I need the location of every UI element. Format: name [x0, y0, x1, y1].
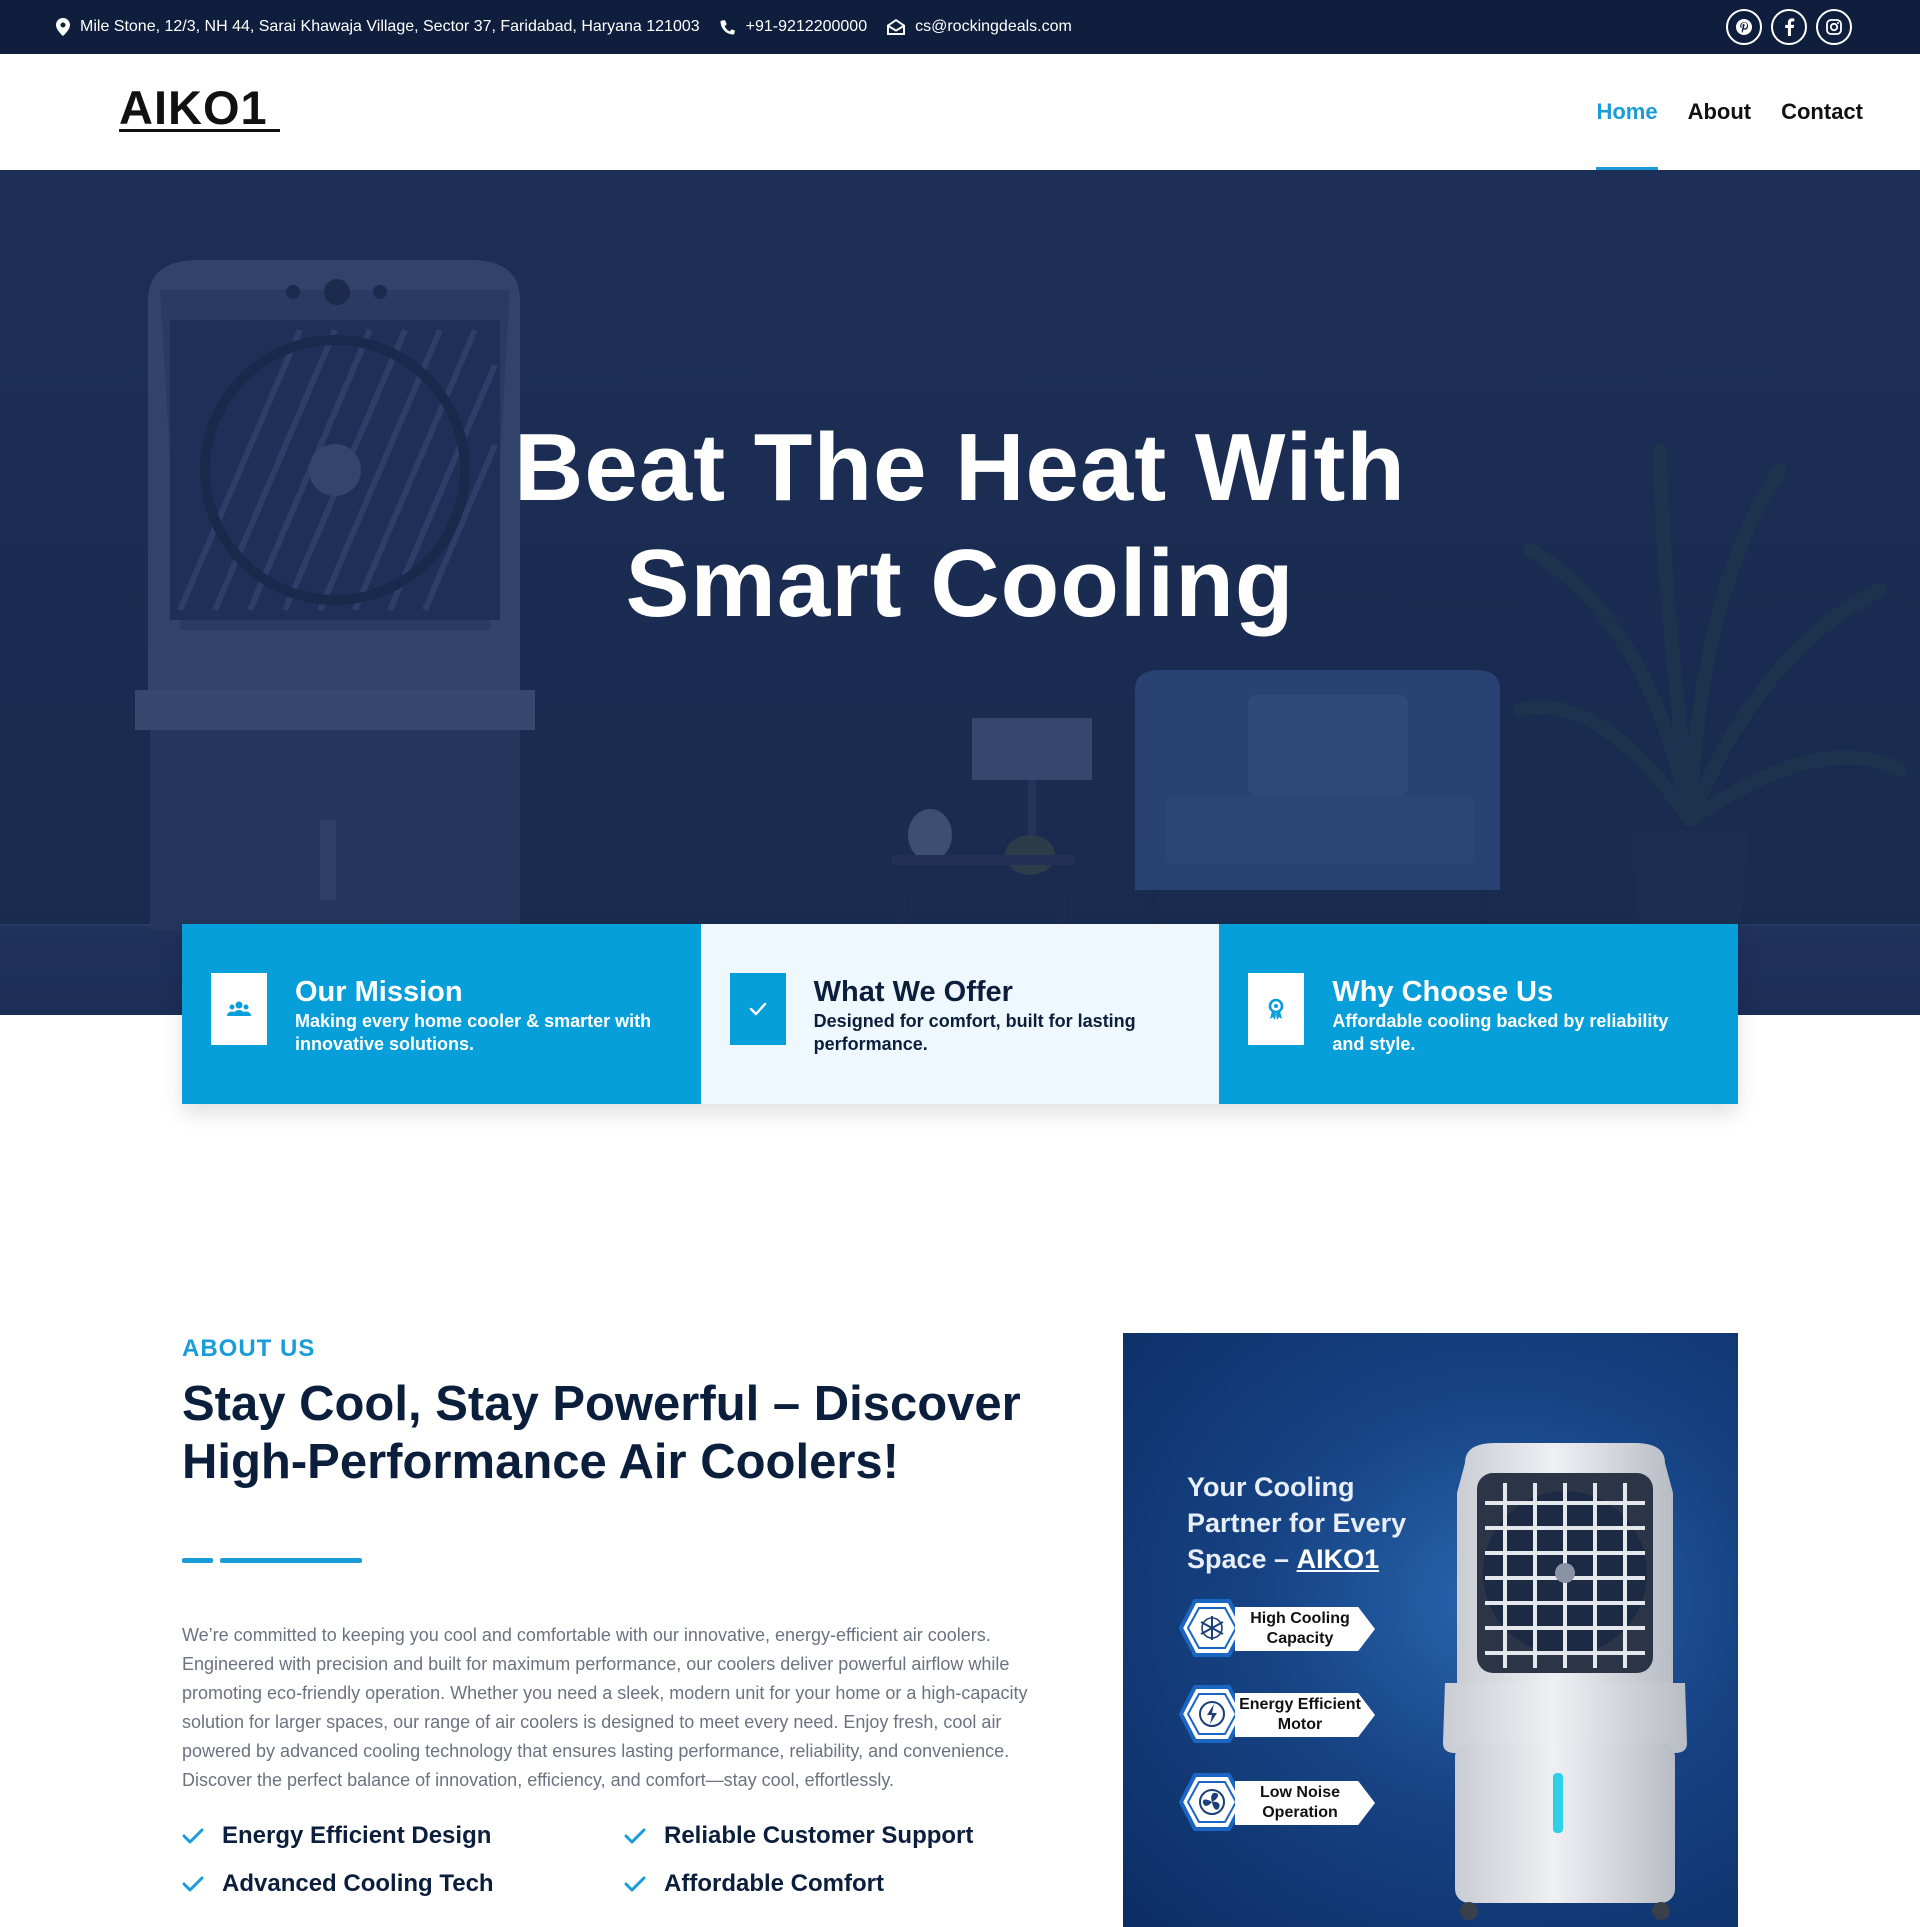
- hero-banner: Beat The Heat With Smart Cooling: [0, 170, 1920, 1015]
- promo-feature-label: Low Noise Operation: [1235, 1781, 1375, 1825]
- checklist-item: Energy Efficient Design: [182, 1821, 624, 1851]
- instagram-icon: [1826, 19, 1842, 35]
- checklist-label: Energy Efficient Design: [222, 1822, 492, 1849]
- hero-title-line2: Smart Cooling: [625, 530, 1295, 637]
- title-divider-short: [182, 1558, 213, 1563]
- check-icon: [182, 1876, 204, 1892]
- top-bar: Mile Stone, 12/3, NH 44, Sarai Khawaja V…: [0, 0, 1920, 54]
- promo-title: Your Cooling Partner for Every Space – A…: [1187, 1469, 1447, 1577]
- air-cooler-product-image: [1443, 1443, 1687, 1920]
- address-text: Mile Stone, 12/3, NH 44, Sarai Khawaja V…: [80, 18, 700, 35]
- contact-info: Mile Stone, 12/3, NH 44, Sarai Khawaja V…: [56, 0, 1092, 54]
- feature-title: Why Choose Us: [1332, 976, 1554, 1008]
- social-links: [1726, 9, 1852, 45]
- check-icon: [749, 1002, 766, 1016]
- feature-text: Designed for comfort, built for lasting …: [813, 1011, 1136, 1054]
- checklist-label: Reliable Customer Support: [664, 1822, 974, 1849]
- email-text[interactable]: cs@rockingdeals.com: [915, 18, 1072, 36]
- about-title: Stay Cool, Stay Powerful – Discover High…: [182, 1377, 1021, 1489]
- check-icon: [624, 1828, 646, 1844]
- checklist-item: Affordable Comfort: [624, 1869, 1066, 1899]
- map-pin-icon: [56, 18, 70, 36]
- facebook-link[interactable]: [1771, 9, 1807, 45]
- checklist-item: Reliable Customer Support: [624, 1821, 1066, 1851]
- nav-home[interactable]: Home: [1596, 54, 1658, 170]
- check-icon: [182, 1828, 204, 1844]
- promo-feature-label: High Cooling Capacity: [1235, 1607, 1375, 1651]
- check-icon: [624, 1876, 646, 1892]
- phone-icon: [720, 20, 736, 35]
- pinterest-link[interactable]: [1726, 9, 1762, 45]
- facebook-icon: [1785, 18, 1795, 36]
- instagram-link[interactable]: [1816, 9, 1852, 45]
- feature-box-offer: What We Offer Designed for comfort, buil…: [700, 924, 1220, 1104]
- checklist-item: Advanced Cooling Tech: [182, 1869, 624, 1899]
- feature-icon-box: [729, 973, 786, 1045]
- feature-box-why: Why Choose Us Affordable cooling backed …: [1219, 924, 1739, 1104]
- about-paragraph: We’re committed to keeping you cool and …: [182, 1625, 1028, 1790]
- main-nav: Home About Contact: [1596, 54, 1863, 170]
- feature-boxes: Our Mission Making every home cooler & s…: [182, 924, 1739, 1104]
- email-item[interactable]: cs@rockingdeals.com: [887, 18, 1072, 36]
- promo-brand: AIKO1: [1296, 1544, 1380, 1574]
- feature-title: What We Offer: [813, 976, 1013, 1008]
- site-header: AIKO1 Home About Contact: [0, 54, 1920, 170]
- hero-title-line1: Beat The Heat With: [514, 414, 1406, 521]
- title-divider-long: [220, 1558, 362, 1563]
- logo[interactable]: AIKO1: [119, 84, 268, 132]
- about-kicker: ABOUT US: [182, 1335, 316, 1362]
- feature-box-mission: Our Mission Making every home cooler & s…: [182, 924, 701, 1104]
- checklist-label: Advanced Cooling Tech: [222, 1870, 494, 1897]
- pinterest-icon: [1736, 19, 1752, 35]
- award-icon: [1269, 998, 1284, 1020]
- promo-feature-noise: Low Noise Operation: [1179, 1773, 1379, 1831]
- hero-title: Beat The Heat With Smart Cooling: [0, 410, 1920, 642]
- phone-item[interactable]: +91-9212200000: [720, 18, 867, 36]
- nav-about[interactable]: About: [1688, 54, 1752, 170]
- address-item: Mile Stone, 12/3, NH 44, Sarai Khawaja V…: [56, 18, 700, 36]
- feature-icon-box: [211, 973, 267, 1045]
- feature-icon-box: [1248, 973, 1305, 1045]
- envelope-open-icon: [887, 19, 906, 35]
- feature-checklist: Energy Efficient Design Reliable Custome…: [182, 1821, 1072, 1899]
- feature-title: Our Mission: [295, 976, 463, 1008]
- logo-underline: [119, 129, 280, 132]
- phone-text[interactable]: +91-9212200000: [746, 18, 867, 36]
- checklist-label: Affordable Comfort: [664, 1870, 884, 1897]
- promo-feature-cooling: High Cooling Capacity: [1179, 1599, 1379, 1657]
- promo-feature-label: Energy Efficient Motor: [1235, 1693, 1375, 1737]
- feature-text: Making every home cooler & smarter with …: [295, 1011, 652, 1054]
- promo-feature-motor: Energy Efficient Motor: [1179, 1685, 1379, 1743]
- users-icon: [227, 1001, 251, 1016]
- nav-contact[interactable]: Contact: [1781, 54, 1863, 170]
- feature-text: Affordable cooling backed by reliability…: [1332, 1011, 1669, 1054]
- promo-image: Your Cooling Partner for Every Space – A…: [1123, 1333, 1738, 1927]
